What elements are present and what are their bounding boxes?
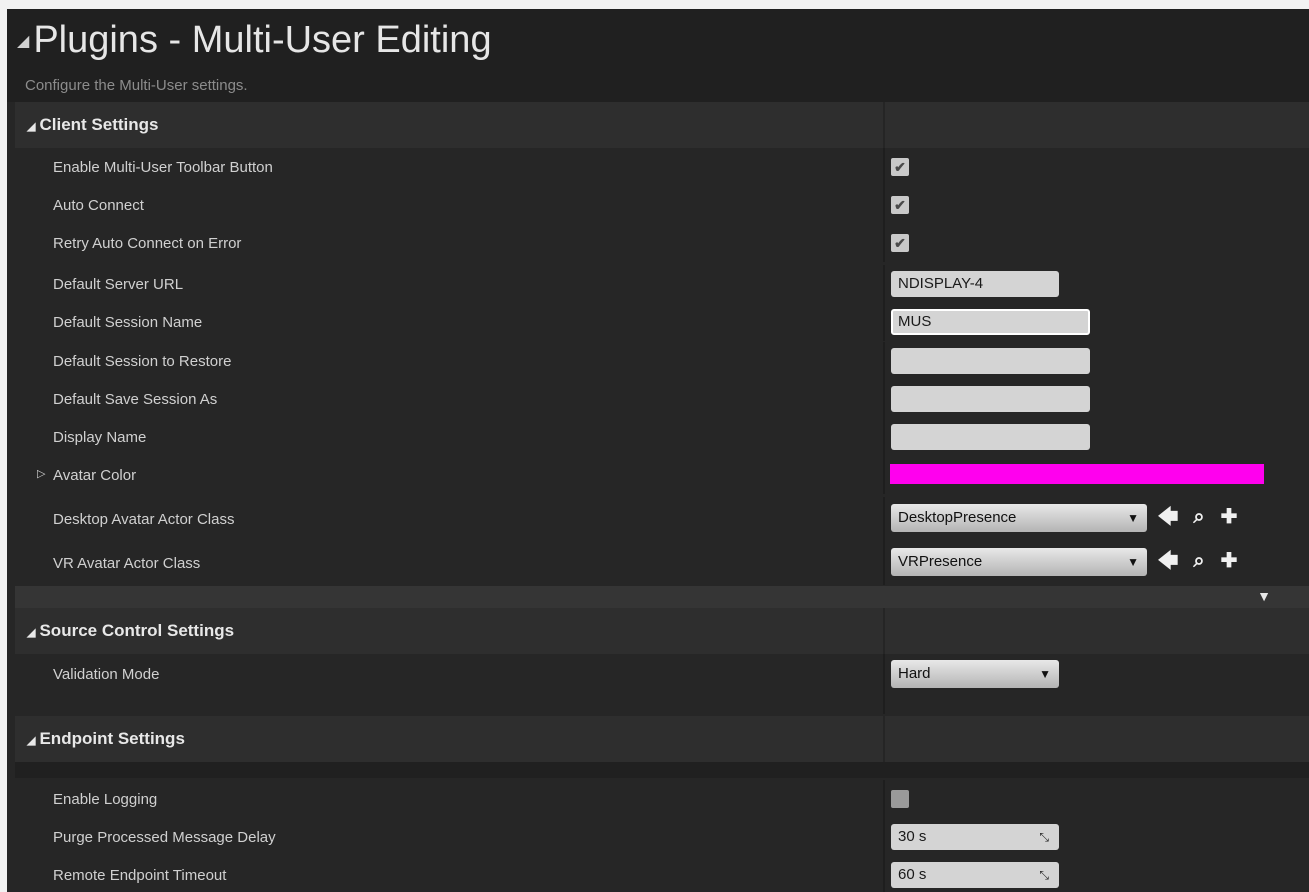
section-label: Source Control Settings bbox=[39, 621, 235, 640]
section-spacer bbox=[15, 762, 1309, 778]
purge-delay-field[interactable]: 30 s ⤡ bbox=[891, 824, 1059, 850]
settings-panel: ◢ Plugins - Multi-User Editing Configure … bbox=[7, 9, 1309, 892]
property-label: Desktop Avatar Actor Class bbox=[53, 511, 235, 528]
row-enable-toolbar-button: Enable Multi-User Toolbar Button ✔ bbox=[15, 148, 1309, 186]
row-default-save-session: Default Save Session As bbox=[15, 380, 1309, 418]
column-divider bbox=[883, 224, 885, 262]
row-retry-auto-connect: Retry Auto Connect on Error ✔ bbox=[15, 224, 1309, 262]
property-label: Default Server URL bbox=[53, 276, 184, 293]
collapse-icon: ◢ bbox=[27, 627, 36, 639]
section-label: Client Settings bbox=[39, 115, 159, 134]
property-label: Default Session Name bbox=[53, 314, 203, 331]
enable-toolbar-checkbox[interactable]: ✔ bbox=[891, 158, 909, 176]
column-divider bbox=[883, 541, 885, 585]
collapse-icon: ◢ bbox=[27, 121, 36, 133]
add-plus-icon[interactable]: ✚ bbox=[1217, 549, 1241, 573]
retry-auto-connect-checkbox[interactable]: ✔ bbox=[891, 234, 909, 252]
property-label: Remote Endpoint Timeout bbox=[53, 867, 227, 884]
field-value: 30 s bbox=[898, 828, 927, 845]
browse-search-icon[interactable]: ⌕ bbox=[1187, 549, 1211, 573]
page-subtitle: Configure the Multi-User settings. bbox=[25, 77, 248, 94]
column-divider bbox=[883, 818, 885, 856]
chevron-down-icon: ▼ bbox=[1127, 555, 1139, 569]
default-session-restore-field[interactable] bbox=[891, 348, 1090, 374]
row-purge-message-delay: Purge Processed Message Delay 30 s ⤡ bbox=[15, 818, 1309, 856]
show-advanced-icon[interactable]: ▼ bbox=[1257, 588, 1271, 604]
section-endpoint-settings[interactable]: ◢ Endpoint Settings bbox=[15, 716, 1309, 762]
property-label: Auto Connect bbox=[53, 197, 144, 214]
add-plus-icon[interactable]: ✚ bbox=[1217, 505, 1241, 529]
column-divider bbox=[883, 303, 885, 341]
default-session-name-field[interactable]: MUS bbox=[891, 309, 1090, 335]
column-divider bbox=[883, 265, 885, 303]
row-remote-endpoint-timeout: Remote Endpoint Timeout 60 s ⤡ bbox=[15, 856, 1309, 892]
row-default-server-url: Default Server URL NDISPLAY-4 bbox=[15, 265, 1309, 303]
row-enable-logging: Enable Logging bbox=[15, 780, 1309, 818]
page-title[interactable]: ◢ Plugins - Multi-User Editing bbox=[17, 19, 492, 62]
row-vr-avatar-class: VR Avatar Actor Class VRPresence ▼ 🡄 ⌕ ✚ bbox=[15, 541, 1309, 585]
default-save-session-field[interactable] bbox=[891, 386, 1090, 412]
row-default-session-name: Default Session Name MUS bbox=[15, 303, 1309, 341]
page-title-text: Plugins - Multi-User Editing bbox=[33, 19, 492, 61]
use-selected-arrow-icon[interactable]: 🡄 bbox=[1156, 549, 1180, 573]
remote-timeout-field[interactable]: 60 s ⤡ bbox=[891, 862, 1059, 888]
row-desktop-avatar-class: Desktop Avatar Actor Class DesktopPresen… bbox=[15, 497, 1309, 541]
browse-search-icon[interactable]: ⌕ bbox=[1187, 505, 1211, 529]
use-selected-arrow-icon[interactable]: 🡄 bbox=[1156, 505, 1180, 529]
column-divider bbox=[883, 456, 885, 494]
expand-icon[interactable]: ▷ bbox=[37, 467, 45, 480]
row-auto-connect: Auto Connect ✔ bbox=[15, 186, 1309, 224]
display-name-field[interactable] bbox=[891, 424, 1090, 450]
property-label: Retry Auto Connect on Error bbox=[53, 235, 242, 252]
property-label: Default Session to Restore bbox=[53, 353, 232, 370]
row-display-name: Display Name bbox=[15, 418, 1309, 456]
column-divider bbox=[883, 608, 885, 654]
section-client-settings[interactable]: ◢ Client Settings bbox=[15, 102, 1309, 148]
section-source-control-settings[interactable]: ◢ Source Control Settings bbox=[15, 608, 1309, 654]
dropdown-value: DesktopPresence bbox=[898, 509, 1017, 526]
column-divider bbox=[883, 716, 885, 762]
property-label: Avatar Color bbox=[53, 467, 137, 484]
column-divider bbox=[883, 654, 885, 714]
desktop-avatar-class-dropdown[interactable]: DesktopPresence ▼ bbox=[891, 504, 1147, 532]
chevron-down-icon: ▼ bbox=[1127, 511, 1139, 525]
property-label: Default Save Session As bbox=[53, 391, 218, 408]
property-label: Enable Logging bbox=[53, 791, 158, 808]
collapse-icon: ◢ bbox=[17, 33, 30, 50]
field-value: 60 s bbox=[898, 866, 927, 883]
property-label: Enable Multi-User Toolbar Button bbox=[53, 159, 273, 176]
row-avatar-color: ▷ Avatar Color bbox=[15, 456, 1309, 494]
property-label: Validation Mode bbox=[53, 666, 160, 683]
column-divider bbox=[883, 380, 885, 418]
section-label: Endpoint Settings bbox=[39, 729, 185, 748]
resize-spin-icon[interactable]: ⤡ bbox=[1039, 862, 1049, 888]
auto-connect-checkbox[interactable]: ✔ bbox=[891, 196, 909, 214]
dropdown-value: VRPresence bbox=[898, 553, 983, 570]
column-divider bbox=[883, 418, 885, 456]
column-divider bbox=[883, 856, 885, 892]
chevron-down-icon: ▼ bbox=[1039, 667, 1051, 681]
property-label: VR Avatar Actor Class bbox=[53, 555, 201, 572]
column-divider bbox=[883, 186, 885, 224]
validation-mode-dropdown[interactable]: Hard ▼ bbox=[891, 660, 1059, 688]
row-default-session-restore: Default Session to Restore bbox=[15, 342, 1309, 380]
column-divider bbox=[883, 780, 885, 818]
collapse-icon: ◢ bbox=[27, 735, 36, 747]
vr-avatar-class-dropdown[interactable]: VRPresence ▼ bbox=[891, 548, 1147, 576]
property-label: Purge Processed Message Delay bbox=[53, 829, 276, 846]
enable-logging-checkbox[interactable] bbox=[891, 790, 909, 808]
column-divider bbox=[883, 102, 885, 148]
page-header: ◢ Plugins - Multi-User Editing Configure … bbox=[7, 9, 1309, 102]
dropdown-value: Hard bbox=[898, 665, 931, 682]
row-validation-mode: Validation Mode Hard ▼ bbox=[15, 654, 1309, 714]
column-divider bbox=[883, 342, 885, 380]
advanced-expander-bar[interactable]: ▼ bbox=[15, 586, 1309, 608]
column-divider bbox=[883, 148, 885, 186]
column-divider bbox=[883, 497, 885, 541]
avatar-color-swatch[interactable] bbox=[890, 464, 1264, 484]
property-label: Display Name bbox=[53, 429, 147, 446]
default-server-url-field[interactable]: NDISPLAY-4 bbox=[891, 271, 1059, 297]
resize-spin-icon[interactable]: ⤡ bbox=[1039, 824, 1049, 850]
